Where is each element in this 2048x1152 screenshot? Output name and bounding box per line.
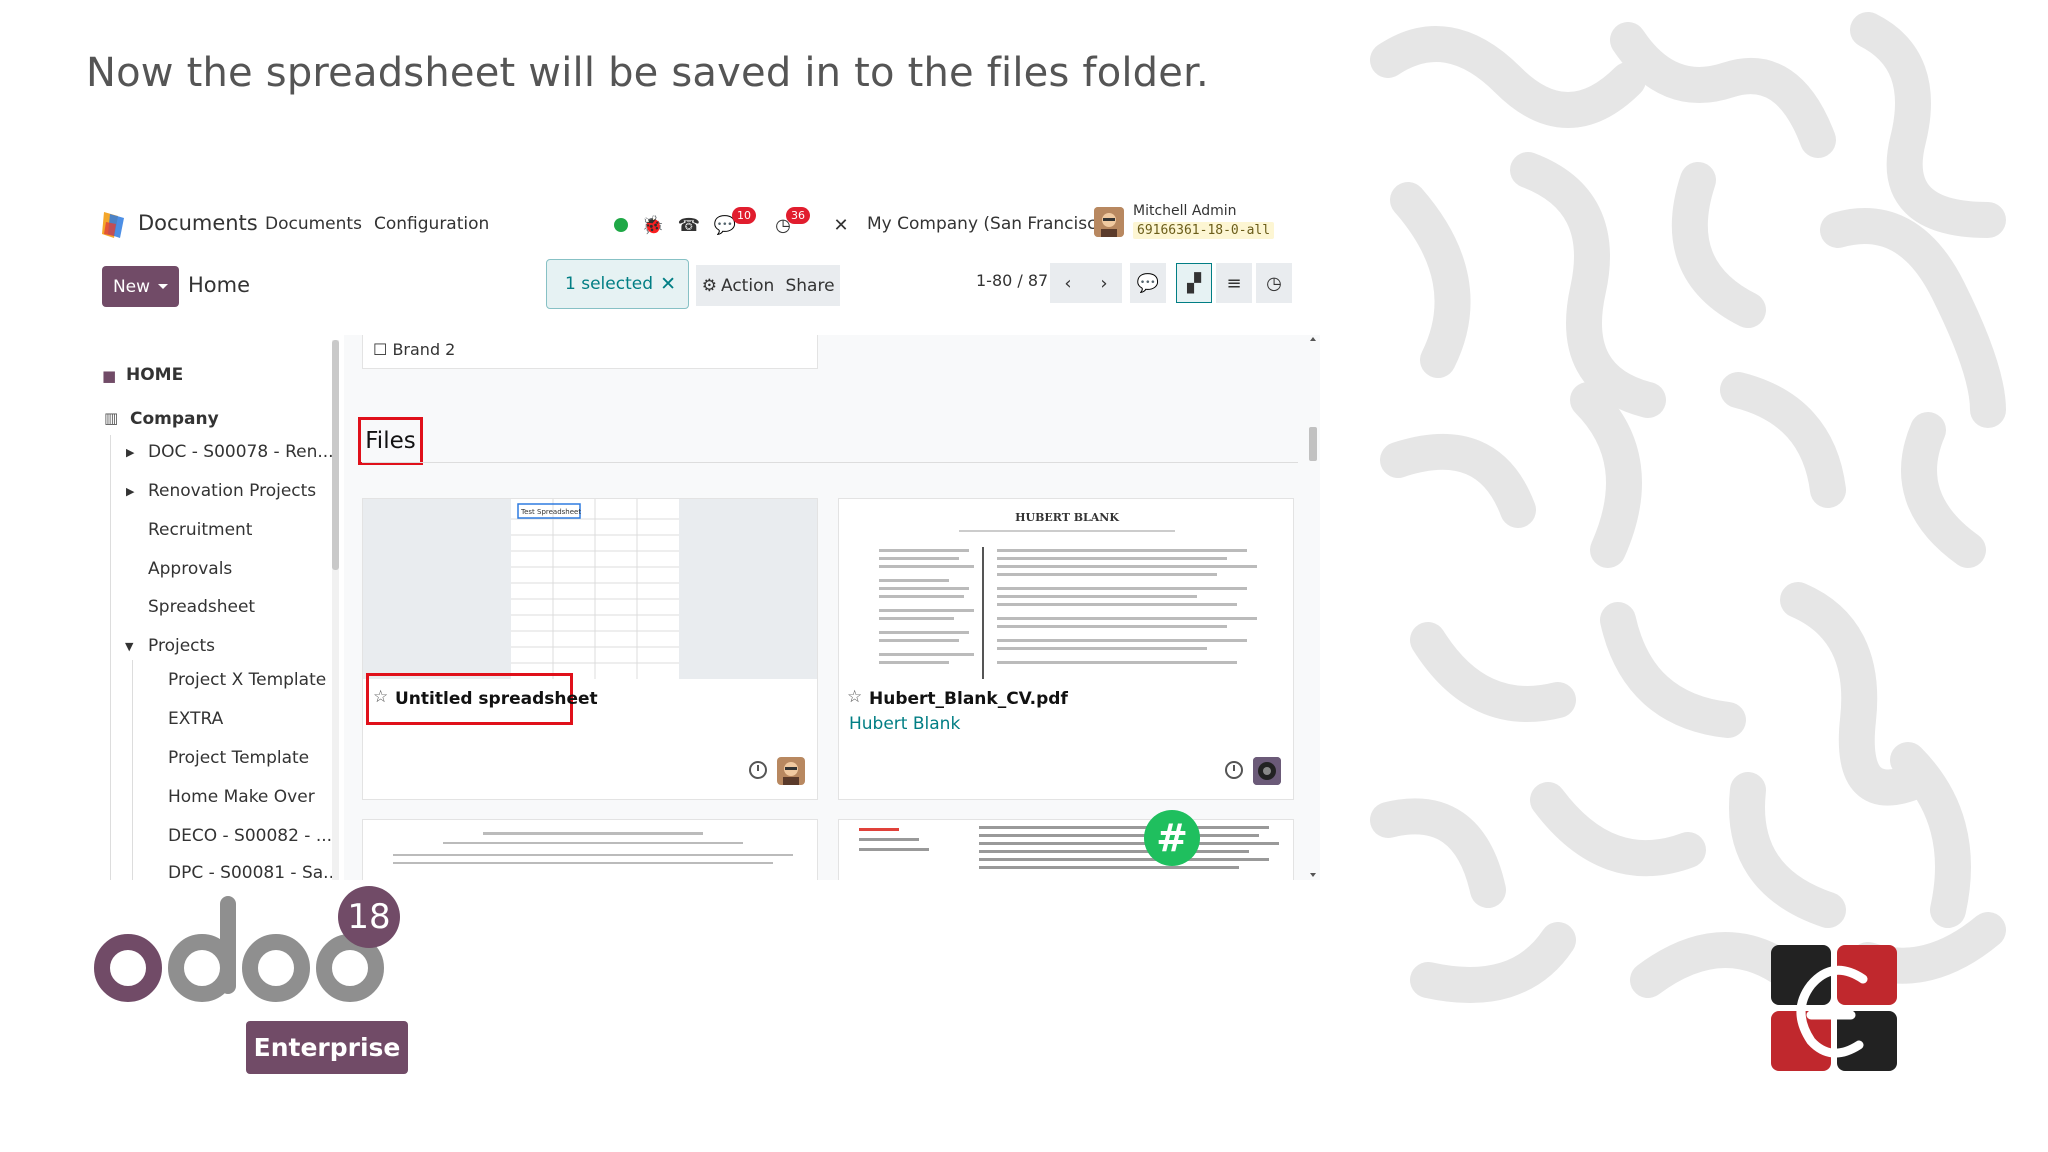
slide-title: Now the spreadsheet will be saved in to …: [86, 50, 1209, 96]
sidebar-item-project-x-template[interactable]: Project X Template: [168, 670, 326, 690]
sidebar-item-spreadsheet[interactable]: Spreadsheet: [148, 597, 255, 617]
cv-thumbnail: HUBERT BLANK: [839, 499, 1293, 679]
menu-configuration[interactable]: Configuration: [374, 214, 489, 234]
sidebar-item-dpc-s00081[interactable]: DPC - S00081 - Sa...: [168, 863, 339, 880]
sidebar-item-approvals[interactable]: Approvals: [148, 559, 232, 579]
caret-down-icon[interactable]: ▼: [125, 640, 133, 653]
thumbnail-heading: HUBERT BLANK: [1015, 511, 1119, 524]
clock-icon[interactable]: [1225, 761, 1243, 779]
section-title-files: Files: [358, 417, 423, 465]
action-button[interactable]: ⚙ Action: [696, 265, 780, 306]
tree-line: [110, 435, 111, 880]
bug-icon[interactable]: 🐞: [640, 212, 666, 238]
sidebar-item-recruitment[interactable]: Recruitment: [148, 520, 252, 540]
sidebar-item-projects[interactable]: Projects: [148, 636, 215, 656]
clock-icon[interactable]: [749, 761, 767, 779]
tree-line: [132, 660, 133, 880]
company-switcher[interactable]: My Company (San Francisco): [867, 214, 1113, 234]
breadcrumb: Home: [188, 273, 251, 297]
partner-logo: [1771, 945, 1897, 1071]
sidebar-item-renovation-projects[interactable]: Renovation Projects: [148, 481, 316, 501]
caret-right-icon[interactable]: ▶: [126, 485, 134, 498]
selected-count: 1 selected: [565, 274, 653, 294]
document-card-partial[interactable]: [362, 819, 818, 880]
gear-icon: ⚙: [701, 275, 717, 296]
user-name[interactable]: Mitchell Admin: [1133, 203, 1237, 219]
activity-view-icon[interactable]: ◷: [1256, 263, 1292, 303]
decorative-pattern: [1370, 12, 2006, 1003]
enterprise-badge: Enterprise: [246, 1021, 408, 1074]
chatter-toggle-icon[interactable]: 💬: [1130, 263, 1166, 303]
sidebar-item-doc-s00078[interactable]: DOC - S00078 - Ren...: [148, 442, 334, 462]
spreadsheet-thumbnail: Test Spreadsheet: [363, 499, 817, 679]
owner-avatar[interactable]: [1253, 757, 1281, 785]
kanban-content: ☐ Brand 2 Files Test Spreadsheet ☆ Untit…: [344, 335, 1320, 880]
building-icon: ▥: [104, 409, 119, 427]
hash-icon: #: [1156, 816, 1188, 860]
new-button-label: New: [112, 276, 151, 297]
clear-selection-icon[interactable]: ✕: [660, 273, 676, 295]
sidebar-item-extra[interactable]: EXTRA: [168, 709, 223, 729]
share-button[interactable]: Share: [780, 265, 840, 306]
card-owner-name[interactable]: Hubert Blank: [849, 714, 960, 734]
selection-indicator[interactable]: 1 selected ✕: [546, 259, 689, 309]
card-title-spreadsheet[interactable]: Untitled spreadsheet: [395, 689, 598, 709]
thumbnail-label: Test Spreadsheet: [520, 508, 581, 516]
sidebar-item-project-template[interactable]: Project Template: [168, 748, 309, 768]
kanban-view-icon[interactable]: ▞: [1176, 263, 1212, 303]
documents-app-icon[interactable]: [100, 210, 126, 240]
sidebar-item-deco-s00082[interactable]: DECO - S00082 - ...: [168, 826, 332, 846]
version-badge: 18: [338, 886, 400, 948]
sidebar-scrollbar-thumb[interactable]: [332, 340, 339, 570]
menu-documents[interactable]: Documents: [265, 214, 362, 234]
phone-icon[interactable]: ☎: [676, 212, 702, 238]
control-panel: New Home 1 selected ✕ ⚙ Action Share 1-8…: [86, 255, 1320, 319]
documents-screenshot: Documents Documents Configuration 🐞 ☎ 💬 …: [86, 195, 1320, 880]
sidebar-home[interactable]: HOME: [126, 365, 183, 385]
document-card-partial[interactable]: [838, 819, 1294, 880]
document-card-cv[interactable]: HUBERT BLANK ☆ Hubert_Blank_CV.pdf Huber…: [838, 498, 1294, 800]
document-card-spreadsheet[interactable]: Test Spreadsheet ☆ Untitled spreadsheet: [362, 498, 818, 800]
pager-next-icon[interactable]: ›: [1086, 263, 1122, 303]
messages-badge: 10: [732, 207, 756, 224]
section-divider: [362, 462, 1298, 463]
sidebar-company[interactable]: Company: [130, 409, 219, 429]
folder-icon: ■: [102, 367, 117, 385]
pager-previous-icon[interactable]: ‹: [1050, 263, 1086, 303]
folder-card-brand-2[interactable]: ☐ Brand 2: [362, 335, 818, 369]
card-title-cv[interactable]: Hubert_Blank_CV.pdf: [869, 689, 1068, 709]
folder-card-label: ☐ Brand 2: [373, 340, 455, 359]
caret-right-icon[interactable]: ▶: [126, 446, 134, 459]
top-navbar: Documents Documents Configuration 🐞 ☎ 💬 …: [86, 195, 1320, 255]
activities-badge: 36: [786, 207, 810, 224]
chat-bubble-hash-button[interactable]: #: [1144, 810, 1200, 866]
list-view-icon[interactable]: ≡: [1216, 263, 1252, 303]
caret-down-icon: [158, 284, 169, 289]
star-icon[interactable]: ☆: [847, 687, 862, 707]
folder-outline-icon: ☐: [373, 340, 388, 359]
tools-icon[interactable]: ✕: [828, 212, 854, 238]
star-icon[interactable]: ☆: [373, 687, 388, 707]
app-name[interactable]: Documents: [138, 211, 258, 235]
sidebar-item-home-make-over[interactable]: Home Make Over: [168, 787, 315, 807]
folder-card-name: Brand 2: [392, 340, 456, 359]
user-avatar[interactable]: [1094, 207, 1124, 237]
new-button[interactable]: New: [102, 266, 179, 307]
database-name: 69166361-18-0-all: [1133, 222, 1275, 239]
status-dot-icon[interactable]: [608, 212, 634, 238]
folder-sidebar: ■ HOME ▥ Company ▶ DOC - S00078 - Ren...…: [86, 335, 344, 880]
content-scrollbar[interactable]: [1308, 335, 1318, 880]
pager-value[interactable]: 1-80 / 87: [976, 271, 1048, 290]
action-button-label: Action: [721, 275, 775, 296]
owner-avatar[interactable]: [777, 757, 805, 785]
